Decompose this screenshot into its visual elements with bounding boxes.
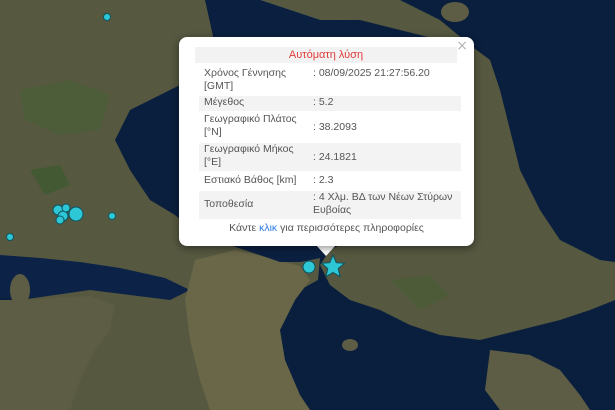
island-1 bbox=[342, 339, 358, 351]
row-value: : 38.2093 bbox=[313, 121, 357, 133]
island-4 bbox=[10, 274, 30, 306]
row-label: Μέγεθος bbox=[204, 96, 245, 108]
row-label: Εστιακό Βάθος [km] bbox=[204, 174, 297, 186]
row-time: Χρόνος Γέννησης [GMT] : 08/09/2025 21:27… bbox=[199, 67, 461, 95]
quake-marker bbox=[6, 233, 14, 241]
row-value: : 24.1821 bbox=[313, 151, 357, 163]
quake-marker bbox=[61, 203, 71, 213]
quake-marker bbox=[68, 206, 84, 222]
more-info-line: Κάντε κλικ για περισσότερες πληροφορίες bbox=[179, 222, 474, 234]
quake-marker bbox=[108, 212, 116, 220]
row-latitude: Γεωγραφικό Πλάτος [°N] : 38.2093 bbox=[199, 113, 461, 141]
row-label: Χρόνος Γέννησης [GMT] bbox=[204, 67, 287, 92]
row-label: Τοποθεσία bbox=[204, 198, 254, 210]
close-icon[interactable]: × bbox=[456, 38, 468, 54]
more-info-post: για περισσότερες πληροφορίες bbox=[277, 222, 424, 234]
row-location: Τοποθεσία : 4 Χλμ. ΒΔ των Νέων Στύρων Ευ… bbox=[199, 191, 461, 219]
more-info-link[interactable]: κλικ bbox=[259, 222, 277, 234]
row-longitude: Γεωγραφικό Μήκος [°E] : 24.1821 bbox=[199, 143, 461, 171]
popup-title: Αυτόματη λύση bbox=[195, 47, 457, 63]
row-value: : 2.3 bbox=[313, 174, 334, 186]
row-value: : 08/09/2025 21:27:56.20 bbox=[313, 67, 430, 79]
popup-pointer bbox=[316, 245, 336, 256]
row-value: : 4 Χλμ. ΒΔ των Νέων Στύρων Ευβοίας bbox=[313, 191, 453, 216]
row-depth: Εστιακό Βάθος [km] : 2.3 bbox=[199, 174, 461, 189]
row-value: : 5.2 bbox=[313, 96, 334, 108]
earthquake-popup: × Αυτόματη λύση Χρόνος Γέννησης [GMT] : … bbox=[179, 37, 474, 246]
row-magnitude: Μέγεθος : 5.2 bbox=[199, 96, 461, 111]
quake-marker bbox=[302, 260, 316, 274]
island-2 bbox=[441, 2, 469, 22]
row-label: Γεωγραφικό Πλάτος [°N] bbox=[204, 113, 297, 138]
more-info-pre: Κάντε bbox=[229, 222, 260, 234]
quake-marker bbox=[55, 215, 65, 225]
quake-marker bbox=[103, 13, 111, 21]
row-label: Γεωγραφικό Μήκος [°E] bbox=[204, 143, 294, 168]
